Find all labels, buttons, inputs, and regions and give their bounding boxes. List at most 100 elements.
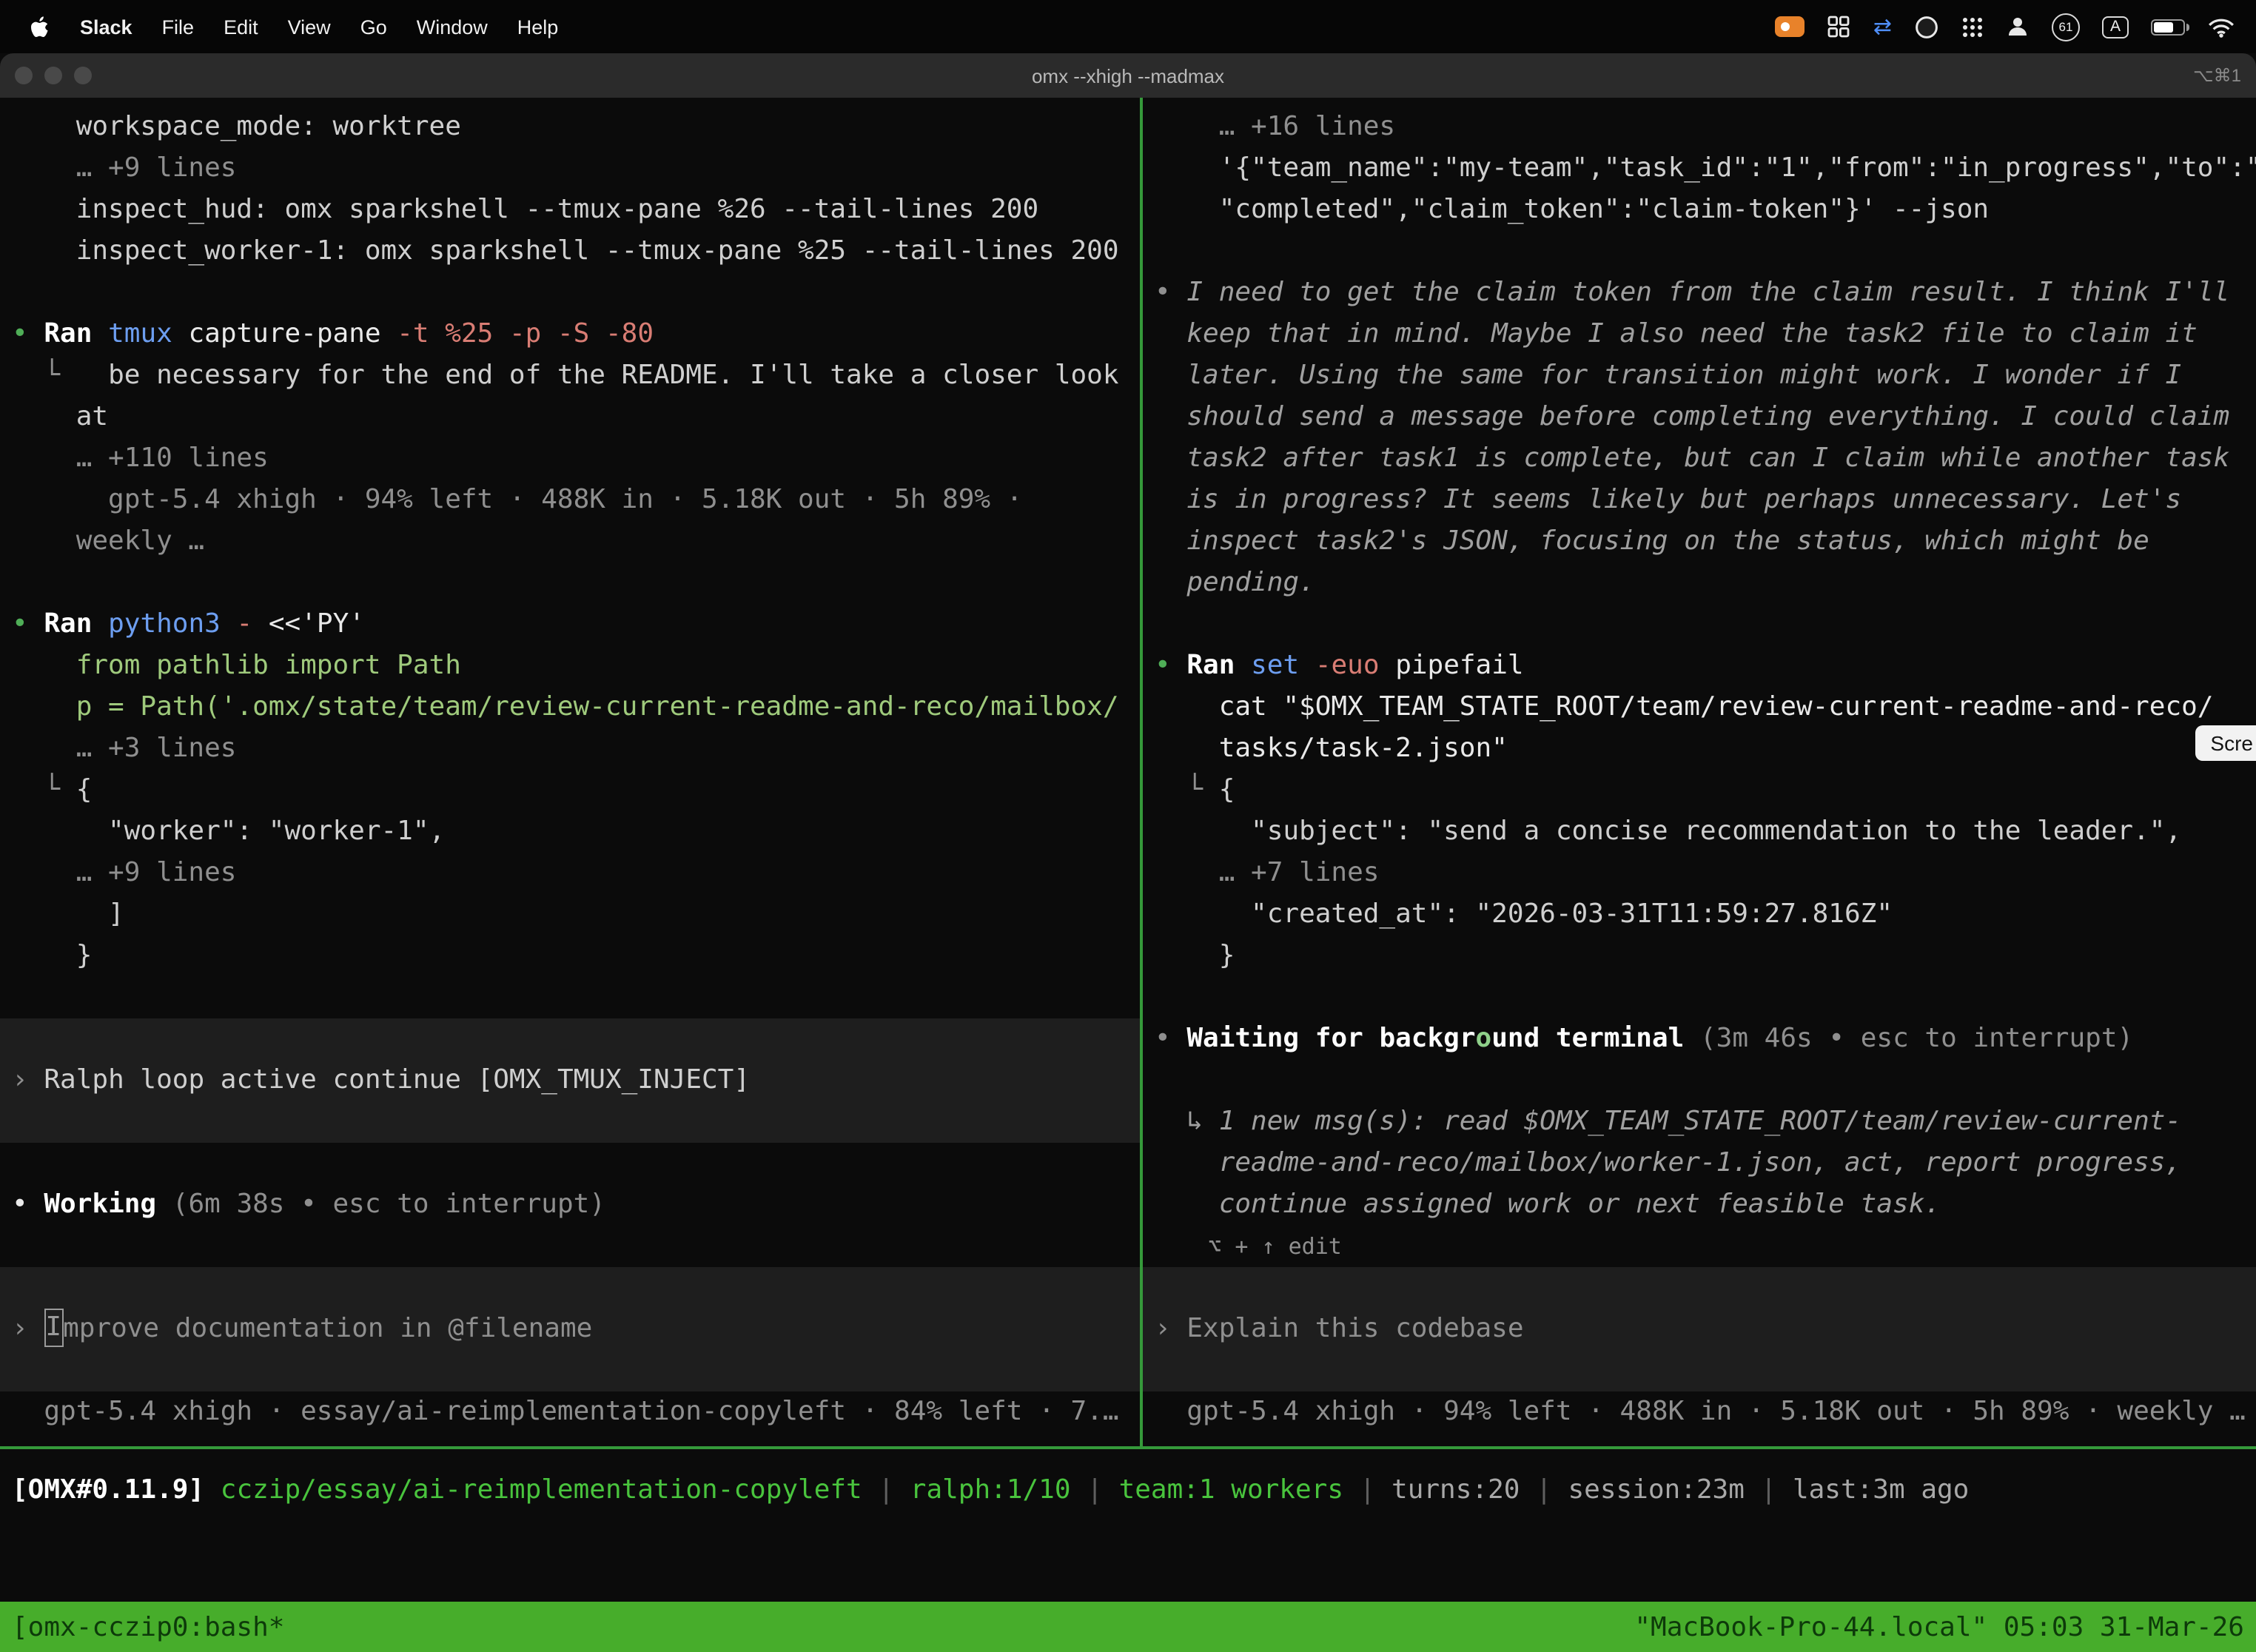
text-segment: capture-pane [188,318,397,349]
menu-app-name[interactable]: Slack [65,16,147,38]
text-segment: • [1155,650,1186,681]
terminal-line: from pathlib import Path [12,645,1140,687]
terminal-line: } [12,936,1140,977]
prompt-input-right[interactable]: › Explain this codebase [1143,1267,2256,1391]
tmux-session-name: [omx-cczip0:bash* [12,1611,284,1642]
omx-status-line: [OMX#0.11.9] cczip/essay/ai-reimplementa… [12,1470,2256,1511]
menu-bar-status-icons: ⇄ 61 A [1776,13,2235,41]
terminal-line: └ { [1155,770,2256,811]
terminal-line: pending. [1155,563,2256,604]
menu-view[interactable]: View [273,16,346,38]
terminal-line: … +9 lines [12,148,1140,189]
text-segment: [OMX#0.11.9] [12,1474,221,1505]
terminal-line: • Working (6m 38s • esc to interrupt) [12,1184,1140,1226]
right-terminal-pane[interactable]: … +16 lines '{"team_name":"my-team","tas… [1143,98,2256,1446]
text-segment: { [76,774,93,805]
text-segment: ] [12,899,124,930]
text-segment: | [862,1474,910,1505]
text-segment: └ [1155,774,1219,805]
text-segment: be necessary for the end of the README. … [108,360,1118,391]
terminal-panes: workspace_mode: worktree … +9 lines insp… [0,98,2256,1446]
text-segment: Ran [44,608,108,639]
terminal-line [1155,604,2256,645]
minimize-button[interactable] [44,67,62,84]
text-cursor: I [44,1309,63,1347]
text-segment: (6m 38s • esc to interrupt) [156,1189,605,1220]
apps-grid-icon[interactable] [1961,16,1984,38]
text-segment: pending. [1155,567,1315,598]
terminal-line: gpt-5.4 xhigh · 94% left · 488K in · 5.1… [12,480,1140,521]
apple-menu[interactable] [21,14,65,39]
text-segment: • [1155,1023,1186,1054]
text-segment: (3m 46s • esc to interrupt) [1684,1023,2133,1054]
terminal-line: … +110 lines [12,438,1140,480]
tmux-status-bar: [omx-cczip0:bash* "MacBook-Pro-44.local"… [0,1602,2256,1652]
text-segment: p = Path('.omx/state/team/review-current… [12,691,1119,722]
window-title-bar[interactable]: omx --xhigh --madmax ⌥⌘1 [0,53,2256,98]
menu-file[interactable]: File [147,16,209,38]
terminal-line [12,1226,1140,1267]
text-segment: o [1476,1023,1492,1054]
text-segment: | [1343,1474,1391,1505]
screen-recording-indicator[interactable] [1776,16,1805,37]
window-title: omx --xhigh --madmax [0,64,2256,87]
swap-arrows-icon[interactable]: ⇄ [1873,13,1892,40]
menu-go[interactable]: Go [346,16,402,38]
terminal-line: … +3 lines [12,728,1140,770]
text-segment: | [1520,1474,1568,1505]
close-button[interactable] [15,67,33,84]
menu-help[interactable]: Help [503,16,574,38]
terminal-line: • Ran python3 - <<'PY' [12,604,1140,645]
text-segment: ↳ 1 new msg(s): read $OMX_TEAM_STATE_ROO… [1155,1106,2181,1137]
text-segment: inspect task2's JSON, focusing on the st… [1155,526,2149,557]
wifi-icon[interactable] [2207,16,2235,38]
text-segment: "created_at": "2026-03-31T11:59:27.816Z" [1155,899,1893,930]
zoom-button[interactable] [74,67,92,84]
menu-edit[interactable]: Edit [209,16,273,38]
terminal-line: • Ran tmux capture-pane -t %25 -p -S -80 [12,314,1140,355]
text-segment: Ran [44,318,108,349]
text-segment: cat "$OMX_TEAM_STATE_ROOT/team/review-cu… [1155,691,2214,722]
menu-window[interactable]: Window [402,16,503,38]
text-segment: … +9 lines [12,152,236,184]
terminal-line: ↳ 1 new msg(s): read $OMX_TEAM_STATE_ROO… [1155,1101,2256,1143]
terminal-line: ] [12,894,1140,936]
terminal-line: • I need to get the claim token from the… [1155,272,2256,314]
grid-icon[interactable] [1827,15,1851,38]
terminal-line: keep that in mind. Maybe I also need the… [1155,314,2256,355]
battery-percentage-badge[interactable]: 61 [2052,13,2080,41]
text-segment: › Explain this codebase [1155,1313,1524,1344]
text-segment: session:23m [1568,1474,1744,1505]
terminal-line: … +9 lines [12,853,1140,894]
text-segment: team:1 workers [1119,1474,1343,1505]
text-segment: cczip/essay/ai-reimplementation-copyleft [221,1474,862,1505]
prompt-input-left[interactable]: › Improve documentation in @filename [0,1267,1140,1391]
text-segment: at [12,401,108,432]
text-segment: "subject": "send a concise recommendatio… [1155,816,2181,847]
text-segment: … +16 lines [1155,111,1395,142]
text-segment: inspect_hud: omx sparkshell --tmux-pane … [12,194,1038,225]
left-terminal-pane[interactable]: workspace_mode: worktree … +9 lines insp… [0,98,1140,1446]
battery-icon[interactable] [2151,19,2185,35]
text-segment: <<'PY' [269,608,365,639]
terminal-line: continue assigned work or next feasible … [1155,1184,2256,1226]
input-source-icon[interactable]: A [2102,16,2129,38]
text-segment: und terminal [1491,1023,1684,1054]
text-segment: readme-and-reco/mailbox/worker-1.json, a… [1155,1147,2181,1178]
screen-share-overlay[interactable]: Scre [2195,725,2256,761]
text-segment: Ran [1186,650,1251,681]
menu-bar-left: Slack File Edit View Go Window Help [21,14,573,39]
profile-icon[interactable] [2006,15,2030,38]
terminal-line: • Waiting for background terminal (3m 46… [1155,1018,2256,1060]
menu-bar: Slack File Edit View Go Window Help ⇄ 61 [0,0,2256,53]
text-segment: set [1251,650,1315,681]
text-segment: - [237,608,269,639]
screen: Slack File Edit View Go Window Help ⇄ 61 [0,0,2256,1652]
terminal-line: › Ralph loop active continue [OMX_TMUX_I… [12,1060,750,1101]
text-segment: should send a message before completing … [1155,401,2229,432]
text-segment: ralph:1/10 [910,1474,1071,1505]
ring-icon[interactable] [1914,14,1939,39]
text-segment: ⌥ + ↑ edit [1155,1233,1342,1260]
terminal-line: › Improve documentation in @filename [12,1309,592,1350]
terminal-line: p = Path('.omx/state/team/review-current… [12,687,1140,728]
